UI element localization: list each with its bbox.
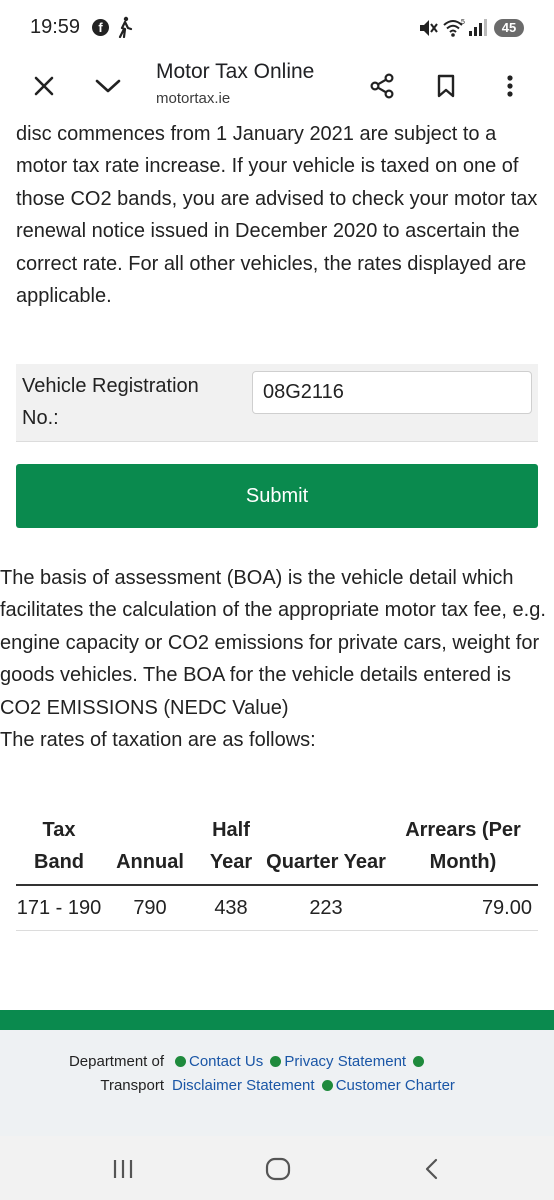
- bullet-dot-icon: [321, 1079, 333, 1091]
- registration-input[interactable]: [252, 371, 532, 414]
- submit-button[interactable]: Submit: [16, 464, 538, 528]
- disclaimer-statement-link[interactable]: Disclaimer Statement: [172, 1077, 315, 1094]
- customer-charter-link[interactable]: Customer Charter: [336, 1077, 455, 1094]
- table-row: 171 - 190 790 438 223 79.00: [16, 885, 538, 931]
- minimize-button[interactable]: [90, 68, 126, 104]
- recent-apps-button[interactable]: [103, 1152, 143, 1186]
- department-label: Department of Transport: [68, 1053, 164, 1094]
- svg-text:5: 5: [461, 19, 465, 26]
- privacy-statement-link[interactable]: Privacy Statement: [284, 1053, 406, 1070]
- header-quarter-year: Quarter Year: [264, 812, 388, 886]
- rates-intro: The rates of taxation are as follows:: [0, 729, 316, 752]
- cell-arrears: 79.00: [388, 885, 538, 931]
- cell-tax-band: 171 - 190: [16, 885, 102, 931]
- contact-us-link[interactable]: Contact Us: [189, 1053, 263, 1070]
- close-button[interactable]: [26, 68, 62, 104]
- registration-label: Vehicle Registration No.:: [22, 375, 199, 429]
- cell-half-year: 438: [198, 885, 264, 931]
- rates-table: Tax Band Annual Half Year Quarter Year A…: [16, 812, 538, 931]
- close-icon: [34, 76, 54, 96]
- system-nav-bar: [0, 1136, 554, 1200]
- bullet-dot-icon: [270, 1055, 282, 1067]
- page-title: Motor Tax Online: [156, 60, 315, 83]
- boa-section: The basis of assessment (BOA) is the veh…: [0, 562, 554, 756]
- more-options-button[interactable]: [492, 68, 528, 104]
- mute-icon: [420, 20, 438, 36]
- status-time: 19:59: [30, 16, 81, 38]
- back-button[interactable]: [412, 1152, 452, 1186]
- home-icon: [265, 1157, 291, 1181]
- page-content: disc commences from 1 January 2021 are s…: [0, 122, 554, 1010]
- share-icon: [370, 73, 394, 99]
- back-icon: [425, 1158, 438, 1180]
- boa-paragraph: The basis of assessment (BOA) is the veh…: [0, 567, 546, 719]
- intro-paragraph: disc commences from 1 January 2021 are s…: [16, 123, 538, 308]
- page-url: motortax.ie: [156, 90, 231, 107]
- registration-form-row: Vehicle Registration No.:: [16, 364, 538, 442]
- walking-icon: [118, 16, 133, 38]
- browser-toolbar: Motor Tax Online motortax.ie: [0, 56, 554, 122]
- recent-apps-icon: [113, 1160, 133, 1178]
- cell-annual: 790: [102, 885, 198, 931]
- rates-header-row: Tax Band Annual Half Year Quarter Year A…: [16, 812, 538, 886]
- bullet-dot-icon: [175, 1055, 186, 1067]
- footer-stripe: [0, 1010, 554, 1030]
- header-annual: Annual: [102, 812, 198, 886]
- cell-quarter-year: 223: [264, 885, 388, 931]
- share-button[interactable]: [364, 68, 400, 104]
- header-arrears: Arrears (Per Month): [388, 812, 538, 886]
- bullet-dot-icon: [413, 1055, 425, 1067]
- status-bar: 19:59 f 5 45: [0, 0, 554, 56]
- header-half-year: Half Year: [198, 812, 264, 886]
- chevron-down-icon: [95, 79, 121, 93]
- header-tax-band: Tax Band: [16, 812, 102, 886]
- wifi-icon: 5: [443, 19, 465, 37]
- facebook-icon: f: [92, 19, 109, 36]
- bookmark-icon: [437, 74, 455, 98]
- footer-links: Contact Us Privacy Statement Disclaimer …: [172, 1050, 542, 1098]
- bookmark-button[interactable]: [428, 68, 464, 104]
- site-footer: Department of Transport Contact Us Priva…: [0, 1030, 554, 1136]
- signal-icon: [469, 19, 487, 36]
- home-button[interactable]: [258, 1152, 298, 1186]
- more-vert-icon: [507, 75, 513, 97]
- battery-icon: 45: [494, 19, 524, 37]
